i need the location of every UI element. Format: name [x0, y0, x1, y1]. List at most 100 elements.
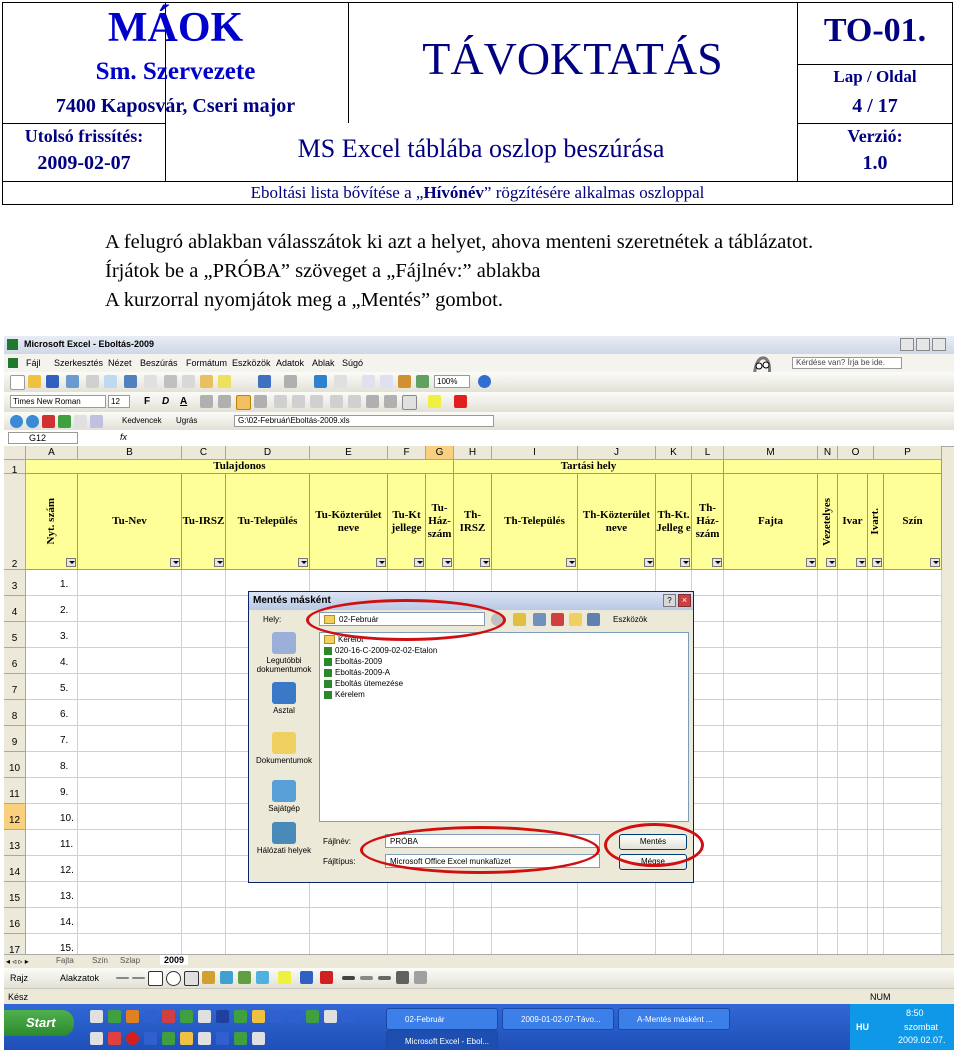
quicklaunch-icon-7[interactable]	[198, 1010, 211, 1023]
quicklaunch-icon-8[interactable]	[216, 1010, 229, 1023]
research-icon[interactable]	[144, 375, 157, 388]
cell-value[interactable]: 9.	[60, 787, 68, 798]
row-header-12[interactable]: 12	[4, 804, 26, 830]
row-header-15[interactable]: 15	[4, 882, 26, 908]
menu-insert[interactable]: Beszúrás	[140, 358, 178, 368]
autofilter-dropdown[interactable]	[298, 558, 308, 567]
column-header-c[interactable]: C	[182, 446, 226, 460]
cell-value[interactable]: 14.	[60, 917, 74, 928]
column-header-i[interactable]: I	[492, 446, 578, 460]
taskbar-window-3[interactable]: A-Mentés másként ...	[618, 1008, 730, 1030]
draw-menu[interactable]: Rajz	[10, 973, 28, 983]
line-style-icon[interactable]	[342, 976, 355, 980]
language-indicator[interactable]: HU	[856, 1022, 869, 1032]
file-item[interactable]: Eboltás-2009-A	[324, 668, 390, 677]
quicklaunch-icon-18[interactable]	[126, 1032, 139, 1045]
increase-indent-icon[interactable]	[384, 395, 397, 408]
place-network[interactable]: Hálózati helyek	[253, 822, 315, 855]
quicklaunch-icon-23[interactable]	[216, 1032, 229, 1045]
column-header-o[interactable]: O	[838, 446, 874, 460]
autofilter-dropdown[interactable]	[872, 558, 882, 567]
column-header-m[interactable]: M	[724, 446, 818, 460]
address-field[interactable]: G:\02-Február\Eboltás-2009.xls	[234, 415, 494, 427]
save-icon[interactable]	[46, 375, 59, 388]
drawing-icon[interactable]	[416, 375, 429, 388]
quicklaunch-icon-13[interactable]	[306, 1010, 319, 1023]
diagram-icon[interactable]	[220, 971, 233, 984]
oval-icon[interactable]	[166, 971, 181, 986]
paste-icon[interactable]	[200, 375, 213, 388]
cell-value[interactable]: 8.	[60, 761, 68, 772]
wordart-icon[interactable]	[202, 971, 215, 984]
autofilter-dropdown[interactable]	[680, 558, 690, 567]
row-header-8[interactable]: 8	[4, 700, 26, 726]
print-preview-icon[interactable]	[104, 375, 117, 388]
autofilter-dropdown[interactable]	[214, 558, 224, 567]
arrow-style-icon[interactable]	[378, 976, 391, 980]
cell-value[interactable]: 13.	[60, 891, 74, 902]
clock-time[interactable]: 8:50	[906, 1008, 924, 1018]
quicklaunch-icon-2[interactable]	[108, 1010, 121, 1023]
comma-icon[interactable]	[310, 395, 323, 408]
autofilter-dropdown[interactable]	[376, 558, 386, 567]
fill-color-icon[interactable]	[428, 395, 441, 408]
column-header-f[interactable]: F	[388, 446, 426, 460]
chart-wizard-icon[interactable]	[398, 375, 411, 388]
sheet-tab-szlap[interactable]: Szlap	[120, 956, 140, 965]
quicklaunch-icon-1[interactable]	[90, 1010, 103, 1023]
cell-value[interactable]: 5.	[60, 683, 68, 694]
taskbar-window-4[interactable]: Microsoft Excel - Ebol...	[386, 1030, 498, 1050]
align-right-icon[interactable]	[236, 395, 251, 410]
cell-value[interactable]: 15.	[60, 943, 74, 954]
file-item[interactable]: Eboltás-2009	[324, 657, 382, 666]
new-icon[interactable]	[10, 375, 25, 390]
font-color-icon[interactable]	[454, 395, 467, 408]
cell-value[interactable]: 2.	[60, 605, 68, 616]
formula-input[interactable]	[136, 432, 946, 444]
tab-scroll-arrows[interactable]: ◂ ◃ ▹ ▸	[6, 957, 46, 967]
quicklaunch-icon-16[interactable]	[90, 1032, 103, 1045]
row-header-7[interactable]: 7	[4, 674, 26, 700]
cell-value[interactable]: 12.	[60, 865, 74, 876]
picture-icon[interactable]	[256, 971, 269, 984]
sort-ascending-icon[interactable]	[362, 375, 375, 388]
decrease-decimal-icon[interactable]	[348, 395, 361, 408]
menu-tools[interactable]: Eszközök	[232, 358, 271, 368]
autofilter-dropdown[interactable]	[644, 558, 654, 567]
row-header-16[interactable]: 16	[4, 908, 26, 934]
draw-fill-icon[interactable]	[278, 971, 291, 984]
cut-icon[interactable]	[164, 375, 177, 388]
autosum-icon[interactable]	[334, 375, 347, 388]
cell-value[interactable]: 6.	[60, 709, 68, 720]
row-header-9[interactable]: 9	[4, 726, 26, 752]
favorites-menu[interactable]: Kedvencek	[122, 416, 162, 425]
search-web-icon[interactable]	[533, 613, 546, 626]
cell-value[interactable]: 4.	[60, 657, 68, 668]
autofilter-dropdown[interactable]	[566, 558, 576, 567]
views-icon[interactable]	[587, 613, 600, 626]
dialog-close-button[interactable]: ×	[678, 594, 691, 607]
menu-data[interactable]: Adatok	[276, 358, 304, 368]
quicklaunch-icon-25[interactable]	[252, 1032, 265, 1045]
column-header-g[interactable]: G	[426, 446, 454, 460]
autofilter-dropdown[interactable]	[806, 558, 816, 567]
back-icon[interactable]	[10, 415, 23, 428]
menu-window[interactable]: Ablak	[312, 358, 335, 368]
3d-icon[interactable]	[414, 971, 427, 984]
delete-icon[interactable]	[551, 613, 564, 626]
file-item[interactable]: 020-16-C-2009-02-02-Etalon	[324, 646, 437, 655]
quicklaunch-icon-9[interactable]	[234, 1010, 247, 1023]
line-icon[interactable]	[116, 977, 129, 979]
align-left-icon[interactable]	[200, 395, 213, 408]
currency-icon[interactable]	[274, 395, 287, 408]
autofilter-dropdown[interactable]	[442, 558, 452, 567]
quicklaunch-icon-19[interactable]	[144, 1032, 157, 1045]
search-web-icon[interactable]	[90, 415, 103, 428]
autofilter-dropdown[interactable]	[414, 558, 424, 567]
goto-menu[interactable]: Ugrás	[176, 416, 197, 425]
column-header-a[interactable]: A	[26, 446, 78, 460]
row-header-10[interactable]: 10	[4, 752, 26, 778]
italic-button[interactable]: D	[162, 396, 169, 407]
shadow-icon[interactable]	[396, 971, 409, 984]
dash-style-icon[interactable]	[360, 976, 373, 980]
